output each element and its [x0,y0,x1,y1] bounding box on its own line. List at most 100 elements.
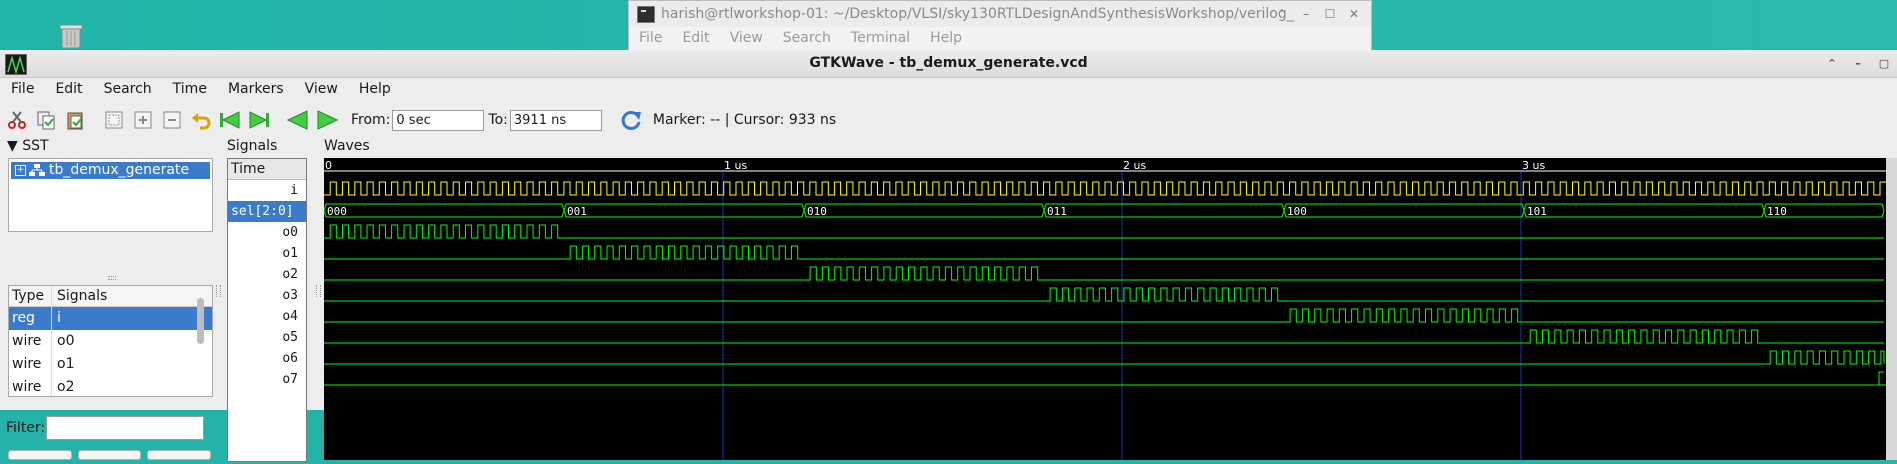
waveform-display[interactable]: 0 1 us 2 us 3 us 000 001 010 011 100 101 110 [323,158,1897,460]
column-type[interactable]: Type [9,286,52,306]
zoom-out-icon[interactable] [160,108,184,132]
terminal-menu-view[interactable]: View [720,28,773,50]
cut-icon[interactable] [5,108,29,132]
minimize-button[interactable]: – [1851,50,1865,77]
sst-tree-view[interactable]: + tb_demux_generate [8,158,213,232]
table-row[interactable]: reg i [9,307,212,330]
signal-o7[interactable]: o7 [228,369,306,390]
find-next-edge-icon[interactable] [315,108,339,132]
waveform-o1 [324,245,1884,260]
signals-header: Signals [227,138,278,154]
sst-header[interactable]: ▼ SST [7,138,49,154]
zoom-fit-icon[interactable] [102,108,126,132]
time-header: Time [228,159,306,180]
terminal-window[interactable]: harish@rtlworkshop-01: ~/Desktop/VLSI/sk… [628,0,1372,52]
menubar: File Edit Search Time Markers View Help [0,78,1897,100]
signal-o4[interactable]: o4 [228,306,306,327]
signal-i[interactable]: i [228,180,306,201]
terminal-scroll-up-icon[interactable]: ⌃ [1273,1,1291,27]
waveform-o3 [324,287,1884,302]
scroll-up-icon[interactable]: ⌃ [1825,50,1839,77]
waves-vertical-scrollbar[interactable] [1886,158,1897,460]
insert-button[interactable] [77,450,142,460]
find-previous-edge-icon[interactable] [286,108,310,132]
menu-help[interactable]: Help [348,78,401,100]
from-time-input[interactable]: 0 sec [392,109,485,131]
marker-cursor-readout: Marker: -- | Cursor: 933 ns [652,112,837,128]
expander-down-icon[interactable]: ▼ [7,138,18,154]
sst-signals-table[interactable]: Type Signals reg i wire o0 wire o1 wire o2 [8,285,213,397]
terminal-menu-edit[interactable]: Edit [672,28,719,50]
column-signals[interactable]: Signals [52,286,107,306]
terminal-title-bar[interactable]: harish@rtlworkshop-01: ~/Desktop/VLSI/sk… [629,1,1371,27]
signals-list[interactable]: Time i sel[2:0] o0 o1 o2 o3 o4 o5 o6 o7 [227,158,307,462]
waveform-o5 [324,329,1884,344]
terminal-menu-search[interactable]: Search [773,28,841,50]
row-signal: o0 [57,333,75,349]
to-time-input[interactable]: 3911 ns [509,109,602,131]
tree-item-tb-demux-generate[interactable]: + tb_demux_generate [11,162,210,179]
signal-o5[interactable]: o5 [228,327,306,348]
wave-canvas[interactable]: 0 1 us 2 us 3 us 000 001 010 011 100 101 110 [323,158,1897,460]
zoom-to-start-icon[interactable] [218,108,242,132]
clock-waveform-i [324,181,1887,196]
terminal-menu-file[interactable]: File [629,28,672,50]
reload-icon[interactable] [619,108,643,132]
pane-divider-grip[interactable] [316,285,321,297]
signal-o1[interactable]: o1 [228,243,306,264]
bus-value-label: 100 [1287,205,1307,218]
sst-label: SST [22,138,49,154]
copy-icon[interactable] [34,108,58,132]
waves-header: Waves [324,138,370,154]
table-row[interactable]: wire o2 [9,376,212,396]
terminal-close-button[interactable]: ✕ [1345,1,1363,27]
sst-table-scrollbar[interactable] [197,298,204,344]
terminal-minimize-button[interactable]: – [1297,1,1315,27]
menu-markers[interactable]: Markers [217,78,294,100]
waveform-o0 [324,224,1884,239]
bus-segment [1523,203,1765,218]
table-row[interactable]: wire o0 [9,330,212,353]
time-label: 1 us [724,159,747,172]
paste-icon[interactable] [63,108,87,132]
bus-value-label: 101 [1527,205,1547,218]
menu-edit[interactable]: Edit [44,78,92,100]
bus-value-label: 001 [567,205,587,218]
bus-value-label: 110 [1767,205,1787,218]
filter-input[interactable] [46,416,204,440]
undo-zoom-icon[interactable] [189,108,213,132]
menu-time[interactable]: Time [162,78,217,100]
bus-segment [1283,203,1525,218]
time-label: 0 [325,159,332,172]
terminal-menu-help[interactable]: Help [920,28,972,50]
time-label: 2 us [1123,159,1146,172]
bus-segment [563,203,805,218]
row-type: wire [9,353,52,376]
bus-value-label: 011 [1047,205,1067,218]
menu-file[interactable]: File [0,78,44,100]
terminal-menu-terminal[interactable]: Terminal [841,28,920,50]
filter-label: Filter: [6,420,46,436]
trash-icon[interactable] [58,24,84,48]
maximize-button[interactable]: ▢ [1877,50,1891,77]
signal-o6[interactable]: o6 [228,348,306,369]
row-type: reg [9,307,52,330]
pane-divider-grip[interactable] [216,285,221,297]
menu-search[interactable]: Search [93,78,162,100]
menu-view[interactable]: View [294,78,348,100]
waveform-o6 [324,350,1885,365]
zoom-in-icon[interactable] [131,108,155,132]
gtkwave-title-bar[interactable]: GTKWave - tb_demux_generate.vcd ⌃ – ▢ [0,50,1897,78]
signal-sel[interactable]: sel[2:0] [228,201,306,222]
append-button[interactable] [8,450,72,460]
signal-o0[interactable]: o0 [228,222,306,243]
signal-o2[interactable]: o2 [228,264,306,285]
terminal-maximize-button[interactable]: ☐ [1321,1,1339,27]
replace-button[interactable] [147,450,212,460]
expand-plus-icon[interactable]: + [15,165,26,176]
table-row[interactable]: wire o1 [9,353,212,376]
pane-grip[interactable] [108,276,116,280]
signal-o3[interactable]: o3 [228,285,306,306]
tree-item-label: tb_demux_generate [49,162,190,178]
zoom-to-end-icon[interactable] [247,108,271,132]
